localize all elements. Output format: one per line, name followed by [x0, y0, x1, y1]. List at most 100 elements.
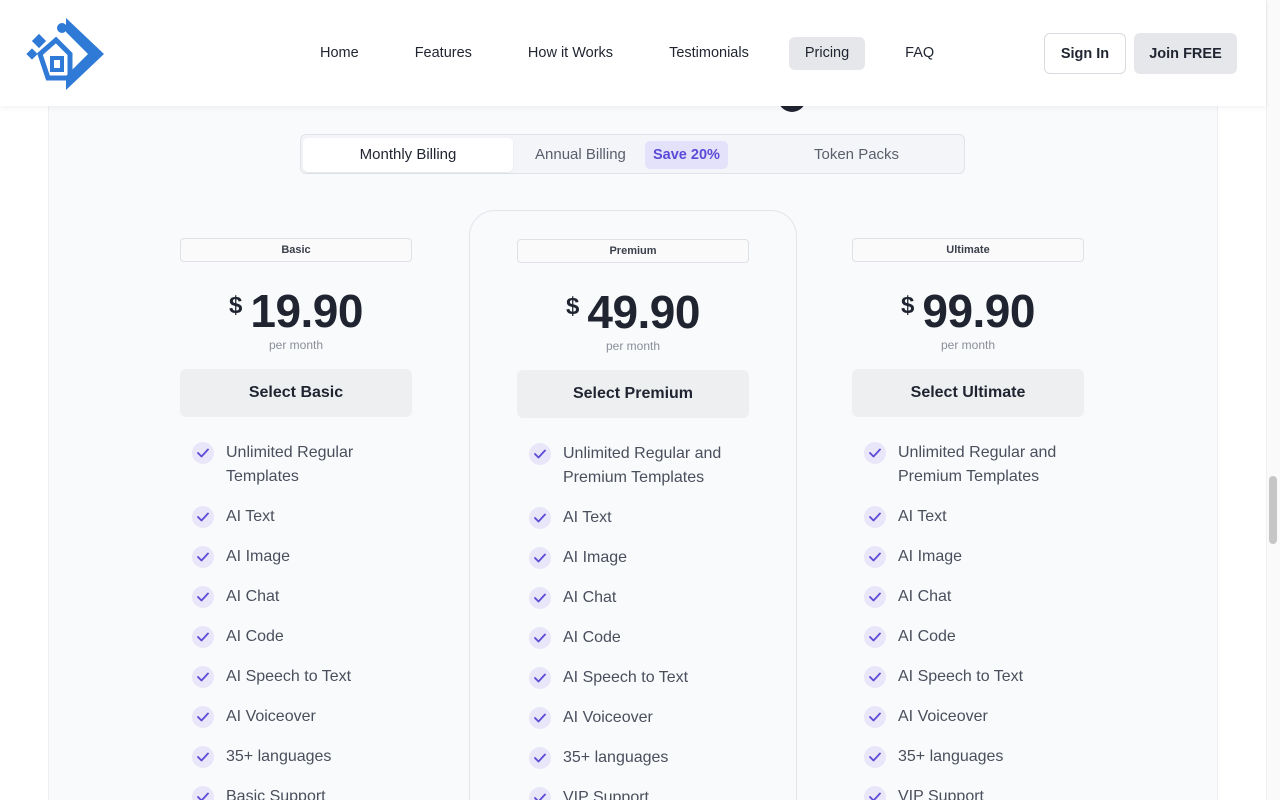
select-basic-button[interactable]: Select Basic [180, 369, 412, 417]
price-period: per month [605, 339, 661, 353]
plan-badge: Ultimate [852, 238, 1084, 262]
feature-item: AI Text [864, 505, 1096, 529]
check-icon [864, 586, 886, 608]
feature-list: Unlimited Regular and Premium Templates A… [529, 442, 761, 800]
price-amount: 49.90 [587, 286, 700, 338]
plan-badge: Premium [517, 239, 749, 263]
feature-item: AI Image [529, 546, 761, 570]
feature-label: VIP Support [563, 789, 649, 800]
feature-item: AI Chat [864, 585, 1096, 609]
nav-home[interactable]: Home [304, 37, 375, 70]
feature-list: Unlimited Regular Templates AI Text AI Ima… [192, 441, 424, 800]
feature-label: AI Image [226, 548, 291, 565]
feature-item: Unlimited Regular and Premium Templates [864, 441, 1096, 489]
feature-item: AI Text [192, 505, 424, 529]
check-icon [864, 706, 886, 728]
feature-label: Basic Support [226, 788, 326, 800]
feature-label: AI Image [898, 548, 963, 565]
site-header: Home Features How it Works Testimonials … [0, 0, 1266, 106]
check-icon [529, 627, 551, 649]
feature-item: 35+ languages [864, 745, 1096, 769]
feature-label: Unlimited Regular and Premium Templates [898, 444, 1057, 485]
join-free-button[interactable]: Join FREE [1134, 33, 1237, 74]
feature-label: Unlimited Regular Templates [226, 444, 354, 485]
main-nav: Home Features How it Works Testimonials … [304, 37, 974, 70]
select-premium-button[interactable]: Select Premium [517, 370, 749, 418]
feature-item: AI Code [529, 626, 761, 650]
feature-item: AI Chat [192, 585, 424, 609]
check-icon [529, 747, 551, 769]
feature-item: AI Speech to Text [864, 665, 1096, 689]
feature-label: AI Chat [226, 588, 280, 605]
select-ultimate-button[interactable]: Select Ultimate [852, 369, 1084, 417]
price-period: per month [268, 338, 324, 352]
feature-item: Unlimited Regular and Premium Templates [529, 442, 761, 490]
sign-in-button[interactable]: Sign In [1044, 33, 1126, 74]
check-icon [529, 667, 551, 689]
feature-label: AI Text [226, 508, 275, 525]
scrollbar-track[interactable] [1266, 0, 1280, 800]
check-icon [192, 442, 214, 464]
price: $ 19.90 [180, 284, 412, 338]
feature-label: AI Voiceover [563, 709, 653, 726]
check-icon [192, 506, 214, 528]
check-icon [192, 786, 214, 800]
feature-item: AI Voiceover [529, 706, 761, 730]
feature-item: AI Speech to Text [192, 665, 424, 689]
plan-badge: Basic [180, 238, 412, 262]
check-icon [192, 746, 214, 768]
nav-pricing[interactable]: Pricing [788, 37, 866, 70]
check-icon [192, 626, 214, 648]
check-icon [864, 746, 886, 768]
feature-item: AI Chat [529, 586, 761, 610]
feature-item: AI Code [864, 625, 1096, 649]
save-badge: Save 20% [645, 141, 728, 169]
feature-item: 35+ languages [192, 745, 424, 769]
feature-label: 35+ languages [898, 748, 1004, 765]
check-icon [864, 786, 886, 800]
price-period: per month [940, 338, 996, 352]
scrollbar-thumb[interactable] [1269, 476, 1277, 544]
feature-item: AI Image [192, 545, 424, 569]
feature-item: AI Image [864, 545, 1096, 569]
feature-label: 35+ languages [226, 748, 332, 765]
feature-list: Unlimited Regular and Premium Templates A… [864, 441, 1096, 800]
feature-label: AI Chat [898, 588, 952, 605]
feature-item: VIP Support [864, 785, 1096, 800]
feature-label: AI Speech to Text [563, 669, 689, 686]
nav-faq[interactable]: FAQ [889, 37, 950, 70]
nav-testimonials[interactable]: Testimonials [653, 37, 765, 70]
currency-symbol: $ [566, 293, 580, 320]
feature-label: AI Speech to Text [226, 668, 352, 685]
feature-label: VIP Support [898, 788, 984, 800]
tab-token-packs[interactable]: Token Packs [814, 138, 899, 172]
check-icon [529, 443, 551, 465]
nav-features[interactable]: Features [399, 37, 488, 70]
check-icon [864, 626, 886, 648]
check-icon [192, 546, 214, 568]
currency-symbol: $ [901, 292, 915, 319]
feature-item: Basic Support [192, 785, 424, 800]
feature-label: AI Code [898, 628, 956, 645]
feature-item: AI Speech to Text [529, 666, 761, 690]
tab-annual-billing[interactable]: Annual Billing [535, 138, 626, 172]
feature-item: Unlimited Regular Templates [192, 441, 424, 489]
feature-label: AI Voiceover [226, 708, 316, 725]
price-amount: 19.90 [250, 285, 363, 337]
tab-monthly-billing[interactable]: Monthly Billing [303, 138, 513, 172]
feature-item: VIP Support [529, 786, 761, 800]
check-icon [529, 787, 551, 800]
check-icon [529, 507, 551, 529]
check-icon [864, 442, 886, 464]
billing-toggle: Monthly Billing Annual Billing Save 20% … [300, 134, 965, 174]
check-icon [192, 666, 214, 688]
check-icon [192, 586, 214, 608]
feature-item: AI Code [192, 625, 424, 649]
feature-item: 35+ languages [529, 746, 761, 770]
nav-how-it-works[interactable]: How it Works [512, 37, 629, 70]
price-amount: 99.90 [922, 285, 1035, 337]
brand-logo[interactable] [26, 16, 106, 92]
feature-label: AI Image [563, 549, 628, 566]
feature-label: Unlimited Regular and Premium Templates [563, 445, 722, 486]
check-icon [864, 546, 886, 568]
